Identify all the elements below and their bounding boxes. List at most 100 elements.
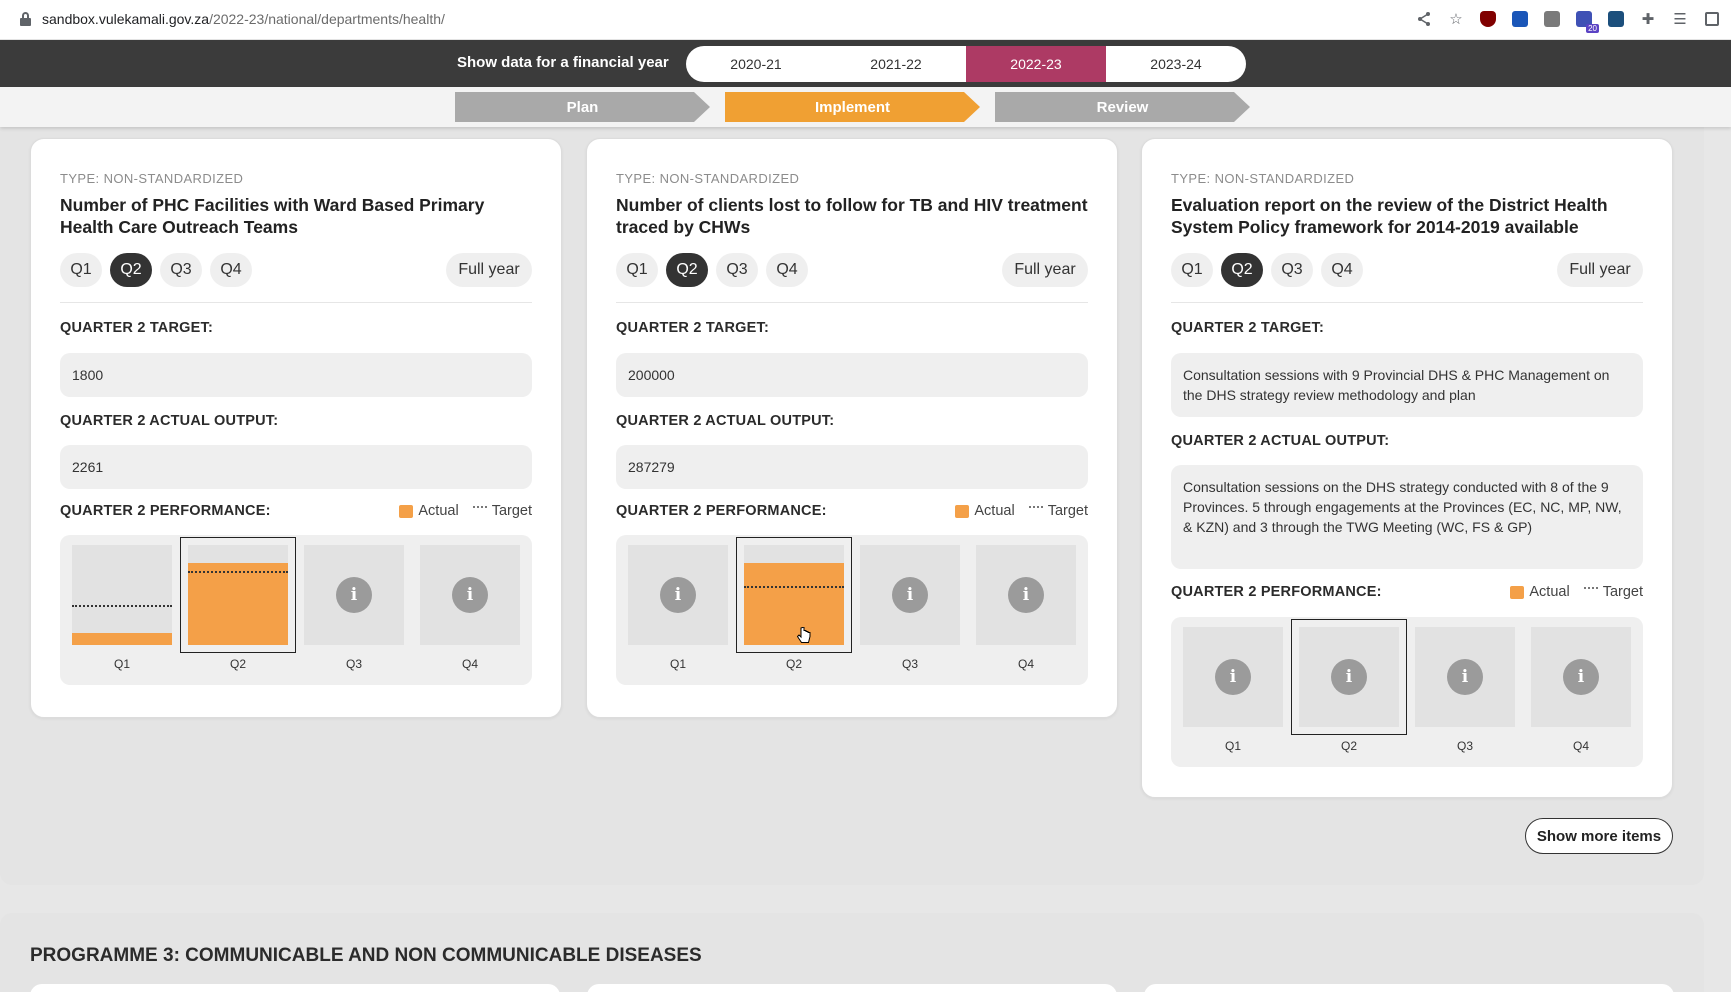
year-2023-24[interactable]: 2023-24 [1106, 46, 1246, 82]
chart-legend: Actual Target [1510, 584, 1643, 600]
phase-plan[interactable]: Plan [455, 92, 710, 122]
quarter-tab-q4[interactable]: Q4 [1321, 253, 1363, 287]
full-year-button[interactable]: Full year [446, 253, 532, 287]
quarter-bar-q1[interactable]: i [628, 545, 728, 645]
quarter-axis-label: Q3 [1456, 739, 1473, 753]
extension-react-icon[interactable] [1605, 8, 1627, 30]
quarter-tab-q3[interactable]: Q3 [160, 253, 202, 287]
target-value: Consultation sessions with 9 Provincial … [1171, 353, 1643, 417]
target-line [744, 586, 844, 588]
year-2020-21[interactable]: 2020-21 [686, 46, 826, 82]
legend-target: Target [1583, 584, 1643, 600]
quarter-tab-q1[interactable]: Q1 [60, 253, 102, 287]
legend-target-label: Target [491, 503, 532, 519]
info-icon[interactable]: i [452, 577, 488, 613]
actual-swatch-icon [399, 504, 414, 518]
legend-target-label: Target [1602, 584, 1643, 600]
financial-year-label: Show data for a financial year [457, 54, 669, 71]
performance-label: QUARTER 2 PERFORMANCE: [1171, 584, 1382, 600]
quarter-tab-q4[interactable]: Q4 [766, 253, 808, 287]
performance-chart: i Q1 i Q2 i Q3 i Q4 [1171, 617, 1643, 767]
quarter-bar-q2[interactable] [736, 537, 852, 653]
quarter-bar-q4[interactable]: i [1531, 627, 1631, 727]
legend-actual: Actual [1510, 584, 1570, 600]
card-stub [1144, 984, 1674, 992]
quarter-tab-q3[interactable]: Q3 [716, 253, 758, 287]
info-icon[interactable]: i [1447, 659, 1483, 695]
ublock-extension-icon[interactable] [1477, 8, 1499, 30]
actual-output-label: QUARTER 2 ACTUAL OUTPUT: [60, 413, 279, 429]
extension-badge-icon[interactable]: 20 [1573, 8, 1599, 33]
actual-bar [744, 563, 844, 645]
target-swatch-icon [472, 506, 487, 512]
actual-output-value: 2261 [60, 445, 532, 489]
lock-icon[interactable] [20, 12, 31, 26]
info-icon[interactable]: i [1215, 659, 1251, 695]
quarter-tab-q1[interactable]: Q1 [616, 253, 658, 287]
legend-target: Target [1028, 503, 1088, 519]
browser-address-bar: sandbox.vulekamali.gov.za/2022-23/nation… [0, 0, 1731, 40]
divider [1171, 302, 1643, 303]
target-line [188, 571, 288, 573]
url-field[interactable]: sandbox.vulekamali.gov.za/2022-23/nation… [42, 11, 445, 27]
quarter-bar-q2[interactable]: i [1291, 619, 1407, 735]
indicator-title: Number of clients lost to follow for TB … [616, 195, 1088, 237]
quarter-axis-label: Q4 [1017, 657, 1034, 671]
quarter-bar-q4[interactable]: i [420, 545, 520, 645]
side-panel-icon[interactable] [1701, 8, 1723, 30]
quarter-axis-label: Q1 [113, 657, 130, 671]
performance-label: QUARTER 2 PERFORMANCE: [616, 503, 827, 519]
info-icon[interactable]: i [336, 577, 372, 613]
financial-year-selector: 2020-21 2021-22 2022-23 2023-24 [686, 46, 1246, 82]
show-more-button[interactable]: Show more items [1525, 818, 1673, 854]
performance-chart: Q1 Q2 i Q3 i Q4 [60, 535, 532, 685]
year-2022-23[interactable]: 2022-23 [966, 46, 1106, 82]
indicator-card: TYPE: NON-STANDARDIZED Number of clients … [586, 138, 1118, 718]
quarter-bar-q1[interactable] [72, 545, 172, 645]
full-year-button[interactable]: Full year [1002, 253, 1088, 287]
legend-target-label: Target [1047, 503, 1088, 519]
financial-year-bar: Show data for a financial year 2020-21 2… [0, 40, 1731, 87]
divider [60, 302, 532, 303]
phase-review[interactable]: Review [995, 92, 1250, 122]
quarter-tab-q4[interactable]: Q4 [210, 253, 252, 287]
actual-output-value: Consultation sessions on the DHS strateg… [1171, 465, 1643, 569]
legend-actual-label: Actual [418, 503, 459, 519]
info-icon[interactable]: i [1331, 659, 1367, 695]
quarter-axis-label: Q2 [229, 657, 246, 671]
full-year-button[interactable]: Full year [1557, 253, 1643, 287]
info-icon[interactable]: i [1563, 659, 1599, 695]
indicator-title: Number of PHC Facilities with Ward Based… [60, 195, 485, 237]
info-icon[interactable]: i [660, 577, 696, 613]
bookmark-star-icon[interactable]: ☆ [1445, 8, 1467, 30]
quarter-bar-q3[interactable]: i [860, 545, 960, 645]
extension-image-icon[interactable] [1541, 8, 1563, 30]
quarter-axis-label: Q3 [345, 657, 362, 671]
quarter-tab-q2[interactable]: Q2 [666, 253, 708, 287]
quarter-tab-q1[interactable]: Q1 [1171, 253, 1213, 287]
quarter-axis-label: Q1 [669, 657, 686, 671]
quarter-bar-q2[interactable] [180, 537, 296, 653]
quarter-tab-q2[interactable]: Q2 [1221, 253, 1263, 287]
quarter-axis-label: Q3 [901, 657, 918, 671]
info-icon[interactable]: i [892, 577, 928, 613]
quarter-axis-label: Q2 [785, 657, 802, 671]
quarter-tab-q2[interactable]: Q2 [110, 253, 152, 287]
quarter-bar-q1[interactable]: i [1183, 627, 1283, 727]
target-line [72, 605, 172, 607]
quarter-bar-q3[interactable]: i [1415, 627, 1515, 727]
share-icon[interactable] [1413, 8, 1435, 30]
quarter-bar-q4[interactable]: i [976, 545, 1076, 645]
reading-list-icon[interactable]: ☰ [1669, 8, 1691, 30]
legend-actual-label: Actual [974, 503, 1015, 519]
extension-blue-icon[interactable] [1509, 8, 1531, 30]
card-stub [587, 984, 1117, 992]
browser-toolbar: ☆ 20 ✚ ☰ [1413, 8, 1723, 33]
quarter-bar-q3[interactable]: i [304, 545, 404, 645]
info-icon[interactable]: i [1008, 577, 1044, 613]
url-path: /2022-23/national/departments/health/ [209, 11, 445, 27]
extensions-puzzle-icon[interactable]: ✚ [1637, 8, 1659, 30]
quarter-tab-q3[interactable]: Q3 [1271, 253, 1313, 287]
phase-implement[interactable]: Implement [725, 92, 980, 122]
year-2021-22[interactable]: 2021-22 [826, 46, 966, 82]
